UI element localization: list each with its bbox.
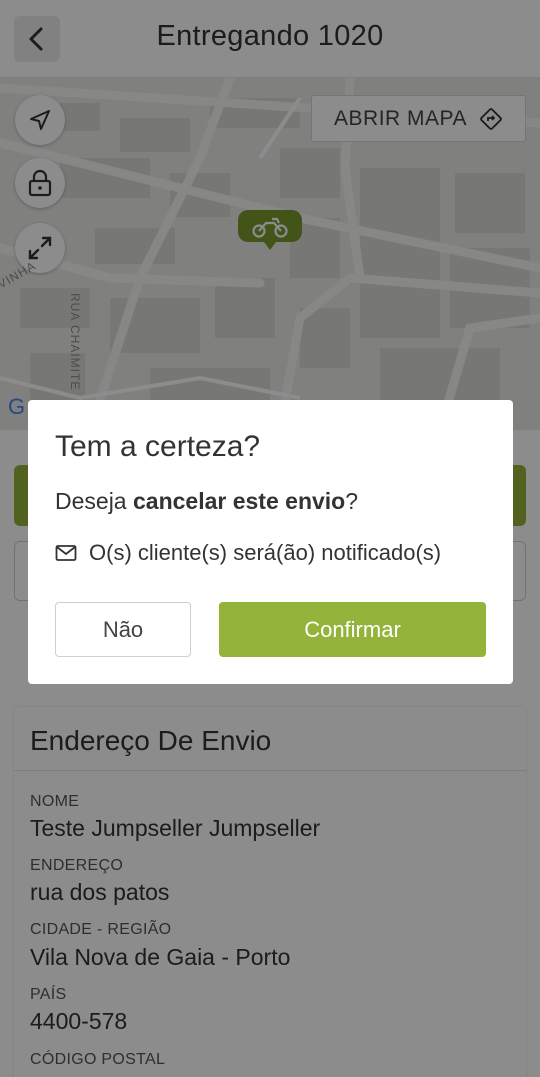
cancel-button[interactable]: Não xyxy=(55,602,191,657)
dialog-message: Deseja cancelar este envio? xyxy=(55,488,358,515)
confirm-button[interactable]: Confirmar xyxy=(219,602,486,657)
dialog-title: Tem a certeza? xyxy=(55,430,261,463)
confirm-dialog: Tem a certeza? Deseja cancelar este envi… xyxy=(28,400,513,684)
envelope-icon xyxy=(55,545,77,561)
dialog-message-suffix: ? xyxy=(345,488,359,514)
notification-notice: O(s) cliente(s) será(ão) notificado(s) xyxy=(55,540,441,566)
notice-text: O(s) cliente(s) será(ão) notificado(s) xyxy=(89,540,442,565)
dialog-message-bold: cancelar este envio xyxy=(132,488,346,514)
dialog-message-prefix: Deseja xyxy=(55,488,133,514)
